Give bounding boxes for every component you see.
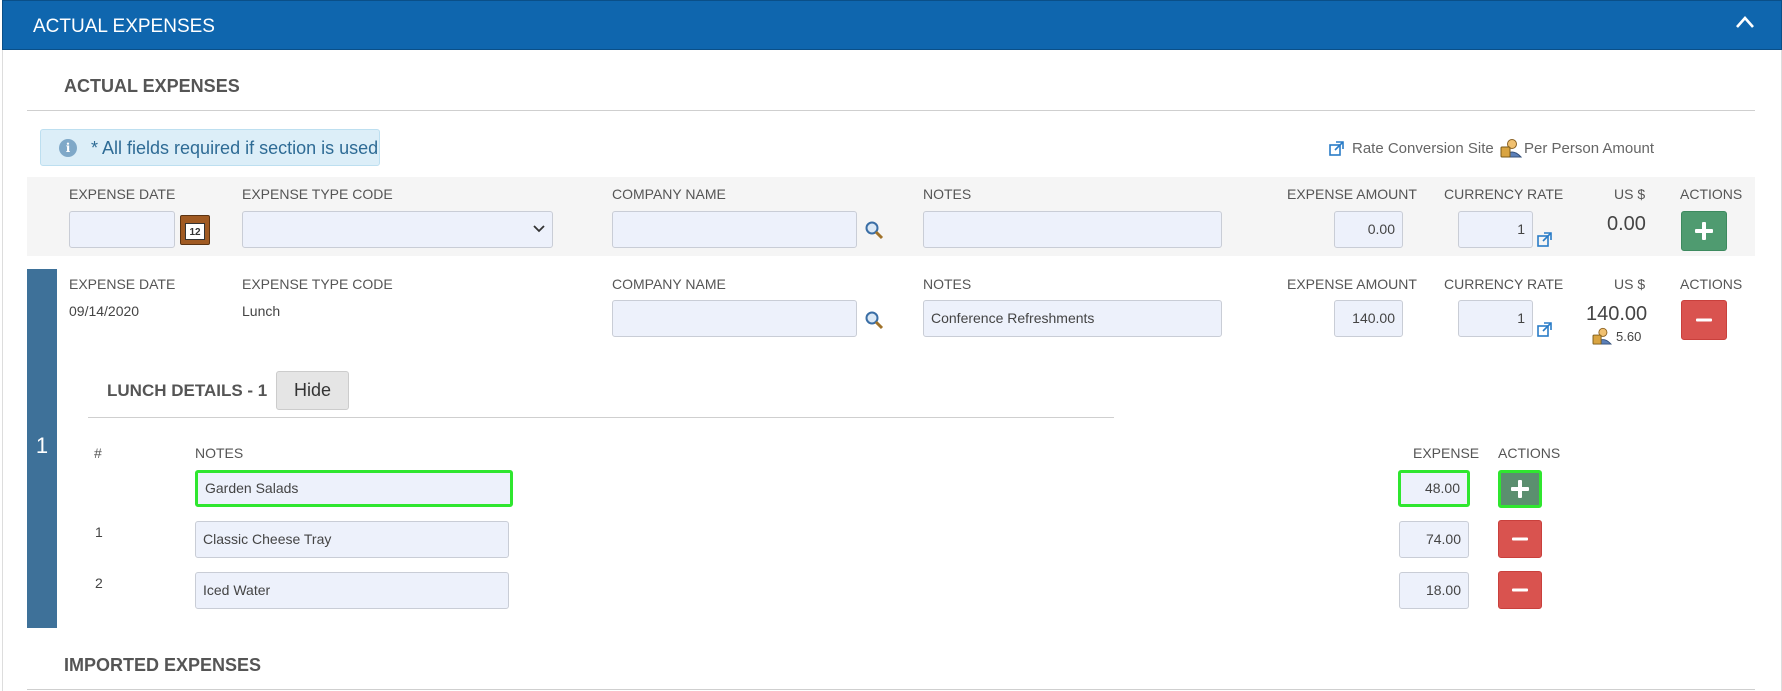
panel-header[interactable]: ACTUAL EXPENSES [2,0,1782,50]
delete-expense-button[interactable] [1681,300,1727,340]
chevron-up-icon[interactable] [1735,15,1755,29]
detail-num: 2 [95,575,103,591]
plus-icon-bar [1518,480,1522,498]
col-notes: NOTES [923,186,972,202]
person-calculator-icon [1592,327,1612,345]
col-detail-notes: NOTES [195,445,244,461]
col-detail-expense: EXPENSE [1413,445,1480,461]
per-person-value: 5.60 [1616,329,1642,344]
col-expense-date: EXPENSE DATE [69,276,176,292]
imported-title: IMPORTED EXPENSES [64,655,262,675]
search-icon[interactable] [864,220,884,240]
detail-expense-input[interactable]: 18.00 [1399,572,1469,609]
expense-date-input[interactable] [69,211,175,248]
col-usd: US $ [1614,276,1646,292]
delete-detail-button[interactable] [1498,571,1542,609]
expense-row-marker: 1 [27,269,57,628]
external-link-icon[interactable] [1537,322,1552,337]
detail-notes-input[interactable]: Classic Cheese Tray [195,521,509,558]
col-detail-num: # [94,445,102,461]
col-expense-type: EXPENSE TYPE CODE [242,276,393,292]
minus-icon [1512,537,1528,541]
calendar-icon[interactable]: 12 [180,215,210,245]
company-name-input[interactable] [612,300,857,337]
col-expense-date: EXPENSE DATE [69,186,176,202]
hide-details-button[interactable]: Hide [276,371,349,410]
col-expense-type: EXPENSE TYPE CODE [242,186,393,202]
expense-index: 1 [35,433,49,458]
company-name-input[interactable] [612,211,857,248]
delete-detail-button[interactable] [1498,520,1542,558]
imported-divider [27,689,1755,690]
col-usd: US $ [1614,186,1646,202]
info-text: * All fields required if section is used [91,138,379,158]
col-actions: ACTIONS [1680,186,1743,202]
col-notes: NOTES [923,276,972,292]
section-divider [27,110,1755,111]
col-expense-amount: EXPENSE AMOUNT [1287,186,1417,202]
add-detail-button[interactable] [1498,470,1542,508]
usd-total: 0.00 [1607,213,1646,235]
col-company-name: COMPANY NAME [612,186,726,202]
currency-rate-input[interactable]: 1 [1458,300,1533,337]
minus-icon [1696,318,1712,322]
info-icon: i [59,139,77,157]
minus-icon [1512,588,1528,592]
chevron-down-icon[interactable] [533,225,545,233]
col-currency-rate: CURRENCY RATE [1444,186,1564,202]
per-person-amount-link[interactable]: Per Person Amount [1524,140,1654,157]
col-expense-amount: EXPENSE AMOUNT [1287,276,1417,292]
notes-input[interactable]: Conference Refreshments [923,300,1222,337]
currency-rate-input[interactable]: 1 [1458,211,1533,248]
panel-title: ACTUAL EXPENSES [33,16,215,37]
external-link-icon[interactable] [1537,232,1552,247]
expense-amount-input[interactable]: 140.00 [1334,300,1403,337]
usd-total: 140.00 [1586,303,1648,325]
detail-notes-input[interactable]: Iced Water [195,572,509,609]
external-link-icon[interactable] [1329,141,1344,156]
expense-type-select[interactable] [242,211,553,248]
details-title: LUNCH DETAILS - 1 [107,381,268,400]
expense-date-value: 09/14/2020 [69,303,140,319]
detail-expense-input[interactable]: 74.00 [1399,521,1469,558]
col-company-name: COMPANY NAME [612,276,726,292]
search-icon[interactable] [864,310,884,330]
detail-expense-input[interactable]: 48.00 [1398,470,1470,507]
expense-type-value: Lunch [242,303,281,319]
person-calculator-icon[interactable] [1500,138,1522,158]
notes-input[interactable] [923,211,1222,248]
detail-num: 1 [95,524,103,540]
expense-amount-input[interactable]: 0.00 [1334,211,1403,248]
section-title: ACTUAL EXPENSES [64,76,240,96]
col-actions: ACTIONS [1680,276,1743,292]
col-currency-rate: CURRENCY RATE [1444,276,1564,292]
details-divider [88,417,1114,418]
plus-icon-bar [1702,222,1706,240]
col-detail-actions: ACTIONS [1498,445,1561,461]
info-notice: i * All fields required if section is us… [40,129,380,166]
detail-notes-input[interactable]: Garden Salads [195,470,513,507]
rate-conversion-link[interactable]: Rate Conversion Site [1352,140,1494,157]
add-expense-button[interactable] [1681,211,1727,251]
